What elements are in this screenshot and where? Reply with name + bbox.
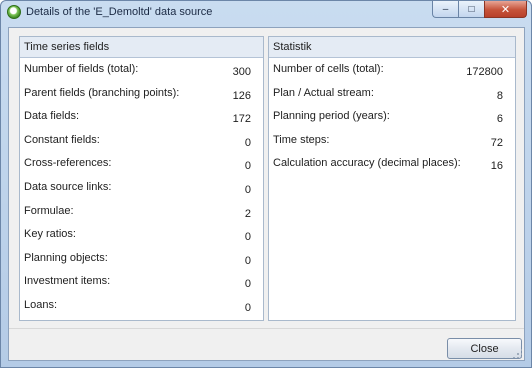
close-icon: ✕: [500, 3, 511, 16]
field-value: 172800: [466, 66, 503, 78]
field-row: Investment items: 0: [20, 270, 263, 294]
field-row: Parent fields (branching points): 126: [20, 82, 263, 106]
field-label: Calculation accuracy (decimal places):: [273, 157, 461, 170]
panel-header-time-series: Time series fields: [20, 37, 263, 58]
maximize-icon: □: [468, 3, 475, 15]
field-row: Formulae: 2: [20, 200, 263, 224]
field-label: Planning period (years):: [273, 110, 390, 123]
field-label: Number of cells (total):: [273, 63, 384, 75]
field-row: Data source links: 0: [20, 176, 263, 200]
close-window-button[interactable]: ✕: [484, 1, 527, 18]
field-row: Planning period (years): 6: [269, 105, 515, 129]
field-row: Number of fields (total): 300: [20, 58, 263, 82]
field-row: Planning objects: 0: [20, 247, 263, 271]
app-icon: [7, 5, 21, 19]
field-value: 0: [244, 136, 251, 149]
panel-header-statistik: Statistik: [269, 37, 515, 58]
field-row: Plan / Actual stream: 8: [269, 82, 515, 106]
minimize-button[interactable]: –: [432, 1, 458, 18]
field-row: Cross-references: 0: [20, 152, 263, 176]
field-value: 0: [244, 160, 251, 173]
field-label: Constant fields:: [24, 133, 100, 146]
minimize-icon: –: [442, 3, 449, 15]
field-value: 0: [244, 301, 251, 314]
field-label: Parent fields (branching points):: [24, 86, 180, 99]
statistik-panel: Statistik Number of cells (total): 172800…: [268, 36, 516, 321]
field-label: Data source links:: [24, 180, 112, 193]
field-value: 0: [244, 278, 251, 291]
maximize-button[interactable]: □: [458, 1, 484, 18]
field-label: Plan / Actual stream:: [273, 86, 374, 99]
field-label: Cross-references:: [24, 157, 112, 170]
close-button[interactable]: Close: [447, 338, 522, 359]
field-row: Constant fields: 0: [20, 129, 263, 153]
field-value: 0: [244, 254, 251, 267]
field-value: 0: [244, 231, 251, 244]
time-series-fields-panel: Time series fields Number of fields (tot…: [19, 36, 264, 321]
field-value: 172: [232, 113, 251, 126]
field-row: Time steps: 72: [269, 129, 515, 153]
field-value: 0: [244, 183, 251, 196]
field-value: 126: [232, 89, 251, 102]
field-value: 2: [244, 207, 251, 220]
statistik-list: Number of cells (total): 172800 Plan / Act…: [269, 58, 515, 176]
field-label: Planning objects:: [24, 251, 108, 264]
field-value: 6: [496, 113, 503, 126]
footer-divider: [9, 328, 524, 329]
field-label: Loans:: [24, 298, 58, 311]
time-series-fields-list: Number of fields (total): 300 Parent field…: [20, 58, 263, 318]
field-value: 72: [490, 136, 503, 149]
field-value: 300: [232, 66, 251, 78]
field-value: 8: [496, 89, 503, 102]
field-row: Key ratios: 0: [20, 223, 263, 247]
window-controls: – □ ✕: [432, 1, 527, 19]
field-label: Investment items:: [24, 275, 111, 288]
field-label: Formulae:: [24, 204, 74, 217]
field-label: Number of fields (total):: [24, 63, 139, 75]
field-label: Key ratios:: [24, 228, 76, 241]
field-label: Time steps:: [273, 133, 330, 146]
field-row: Number of cells (total): 172800: [269, 58, 515, 82]
field-row: Loans: 0: [20, 294, 263, 318]
window-title: Details of the 'E_Demoltd' data source: [26, 6, 213, 18]
field-value: 16: [490, 160, 503, 173]
dialog-window: Details of the 'E_Demoltd' data source –…: [0, 0, 532, 368]
field-label: Data fields:: [24, 110, 80, 123]
field-row: Data fields: 172: [20, 105, 263, 129]
dialog-content: Time series fields Number of fields (tot…: [8, 27, 525, 361]
title-bar[interactable]: Details of the 'E_Demoltd' data source –…: [1, 1, 531, 23]
field-row: Calculation accuracy (decimal places): 16: [269, 152, 515, 176]
